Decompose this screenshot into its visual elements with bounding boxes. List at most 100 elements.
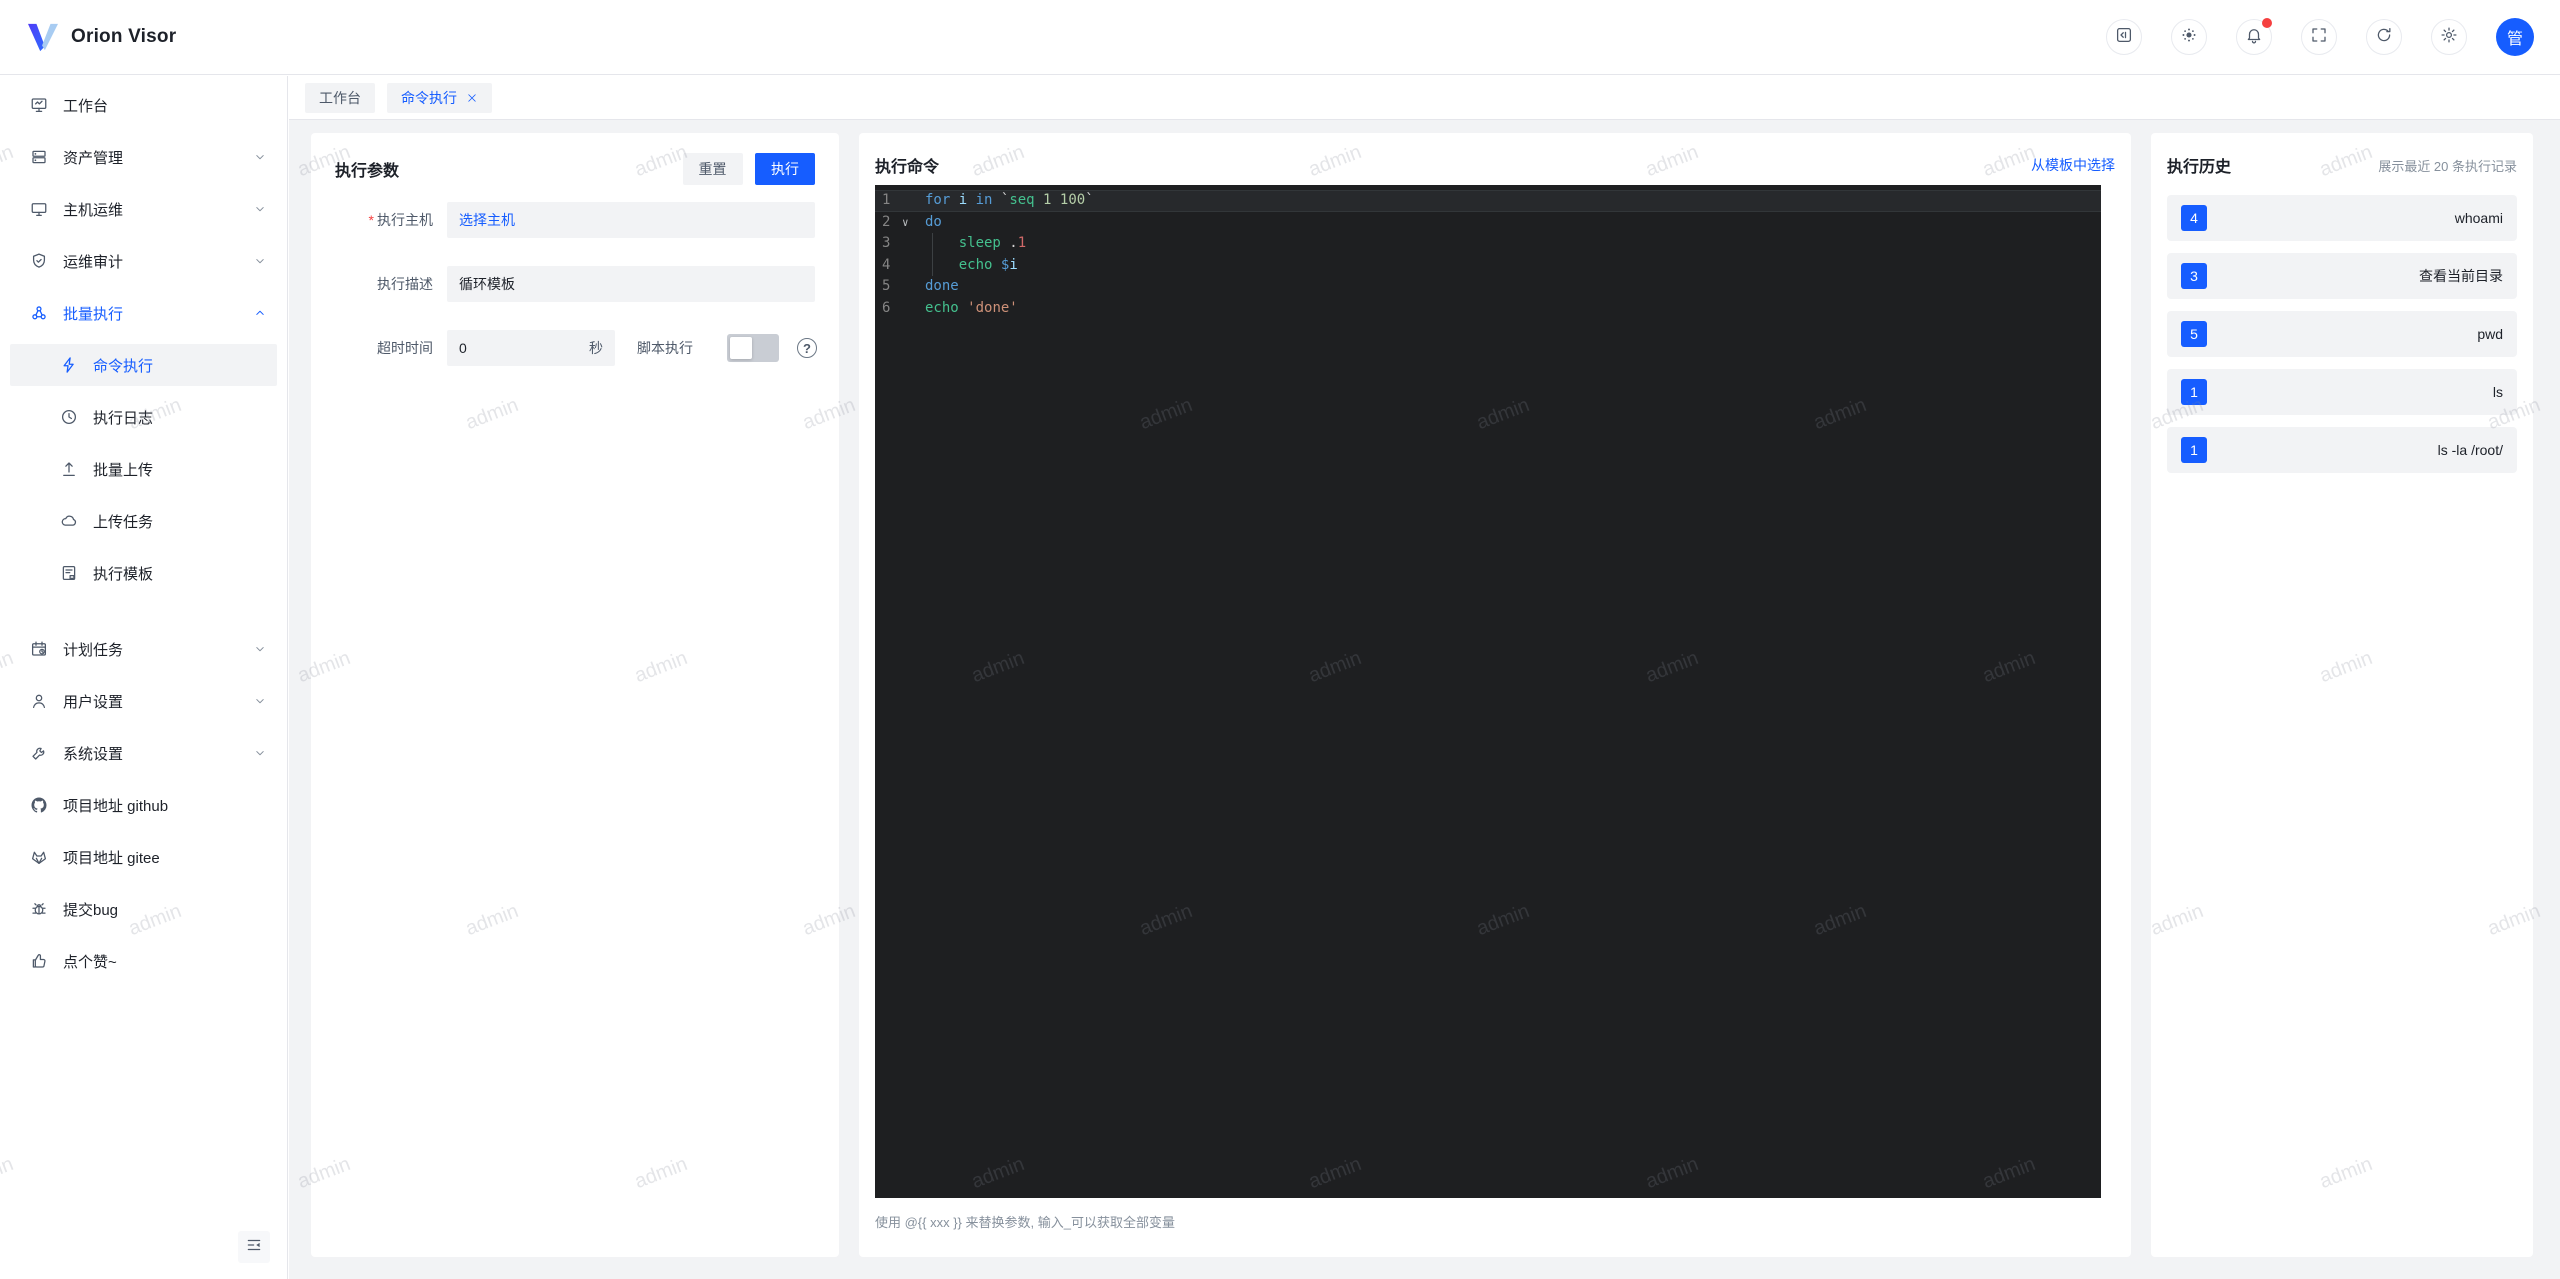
code-line-5[interactable]: 5 done [875, 276, 2101, 298]
sidebar-item-exec-log[interactable]: 执行日志 [10, 396, 277, 438]
reset-button[interactable]: 重置 [682, 153, 743, 185]
app-root: Orion Visor 管 工作台 资产管理 主机运维 运维审计 批量执行 命令… [0, 0, 2560, 1279]
timeout-input[interactable]: 0 秒 [447, 330, 615, 366]
timeout-value: 0 [459, 340, 467, 356]
sidebar-item-like[interactable]: 点个赞~ [10, 940, 277, 982]
history-row[interactable]: 1 ls [2167, 369, 2517, 415]
code-line-1[interactable]: 1 for i in `seq 1 100` [875, 190, 2101, 212]
github-icon [30, 796, 48, 814]
desc-field-label: 执行描述 [377, 276, 433, 292]
logo[interactable]: Orion Visor [26, 22, 176, 52]
command-panel-title: 执行命令 [875, 159, 940, 176]
exec-command-panel: 执行命令 从模板中选择 1 for i in `seq 1 100` 2 ∨ do 3 s… [859, 133, 2131, 1257]
fullscreen-button[interactable] [2301, 19, 2337, 55]
chevron-down-icon [256, 647, 264, 652]
history-row[interactable]: 5 pwd [2167, 311, 2517, 357]
chevron-down-icon [256, 751, 264, 756]
orion-visor-logo-icon [28, 23, 58, 52]
code-line-2[interactable]: 2 ∨ do [875, 212, 2101, 234]
sidebar-item-github[interactable]: 项目地址 github [10, 784, 277, 826]
header: Orion Visor 管 [0, 0, 2560, 75]
sidebar-item-batch-exec[interactable]: 批量执行 [10, 292, 277, 334]
sidebar-item-scheduled-tasks[interactable]: 计划任务 [10, 628, 277, 670]
sun-icon [2180, 26, 2198, 49]
required-asterisk: * [368, 212, 374, 228]
history-row[interactable]: 1 ls -la /root/ [2167, 427, 2517, 473]
api-code-button[interactable] [2106, 19, 2142, 55]
history-command: pwd [2477, 326, 2503, 342]
bell-icon [2245, 26, 2263, 49]
notification-badge [2262, 18, 2272, 28]
fold-chevron-icon[interactable]: ∨ [902, 212, 909, 234]
sidebar-item-assets[interactable]: 资产管理 [10, 136, 277, 178]
lightning-icon [60, 356, 78, 374]
batch-exec-icon [30, 304, 48, 322]
avatar-text: 管 [2506, 31, 2523, 48]
cloud-icon [60, 512, 78, 530]
thumbs-up-icon [30, 952, 48, 970]
audit-shield-icon [30, 252, 48, 270]
tab-bar: 工作台 命令执行 [289, 76, 2560, 120]
template-file-icon [60, 564, 78, 582]
exec-description-input[interactable]: 循环模板 [447, 266, 815, 302]
select-host-field[interactable]: 选择主机 [447, 202, 815, 238]
app-title: Orion Visor [71, 26, 177, 47]
sidebar-item-ops-audit[interactable]: 运维审计 [10, 240, 277, 282]
sidebar-item-exec-template[interactable]: 执行模板 [10, 552, 277, 594]
history-row[interactable]: 3 查看当前目录 [2167, 253, 2517, 299]
code-line-4[interactable]: 4 echo $i [875, 254, 2101, 276]
notifications-button[interactable] [2236, 18, 2272, 55]
user-icon [30, 692, 48, 710]
history-command: ls [2492, 384, 2503, 400]
timeout-field-label: 超时时间 [377, 340, 433, 356]
tab-command-exec[interactable]: 命令执行 [387, 82, 492, 113]
calendar-clock-icon [30, 640, 48, 658]
chevron-down-icon [256, 207, 264, 212]
collapse-sidebar-button[interactable] [238, 1231, 270, 1263]
history-panel-subtitle: 展示最近 20 条执行记录 [2378, 158, 2517, 174]
history-command: whoami [2454, 210, 2503, 226]
history-row[interactable]: 4 whoami [2167, 195, 2517, 241]
sidebar-item-system-settings[interactable]: 系统设置 [10, 732, 277, 774]
chevron-down-icon [256, 155, 264, 160]
chevron-down-icon [256, 259, 264, 264]
code-line-6[interactable]: 6 echo 'done' [875, 298, 2101, 320]
editor-hint: 使用 @{{ xxx }} 来替换参数, 输入_可以获取全部变量 [875, 1215, 1175, 1230]
sidebar: 工作台 资产管理 主机运维 运维审计 批量执行 命令执行 执行日志 批量上传 上… [0, 76, 288, 1279]
sidebar-item-upload-tasks[interactable]: 上传任务 [10, 500, 277, 542]
sidebar-item-batch-upload[interactable]: 批量上传 [10, 448, 277, 490]
main-content: 执行参数 重置 执行 * 执行主机 选择主机 执行描述 循环模板 超时时间 0 … [289, 120, 2560, 1279]
sidebar-item-host-ops[interactable]: 主机运维 [10, 188, 277, 230]
sidebar-item-workbench[interactable]: 工作台 [10, 84, 277, 126]
script-exec-label: 脚本执行 [637, 340, 693, 356]
sidebar-item-bug[interactable]: 提交bug [10, 888, 277, 930]
fullscreen-icon [2310, 26, 2328, 49]
history-count-badge: 5 [2181, 321, 2207, 347]
chevron-up-icon [256, 310, 264, 315]
history-command: ls -la /root/ [2437, 442, 2503, 458]
code-line-3[interactable]: 3 sleep .1 [875, 233, 2101, 255]
history-count-badge: 1 [2181, 437, 2207, 463]
settings-button[interactable] [2431, 19, 2467, 55]
tab-close-icon[interactable] [466, 92, 478, 104]
tab-workbench[interactable]: 工作台 [305, 82, 375, 113]
help-icon[interactable]: ? [797, 338, 817, 358]
refresh-button[interactable] [2366, 19, 2402, 55]
refresh-icon [2375, 26, 2393, 49]
sidebar-item-gitee[interactable]: 项目地址 gitee [10, 836, 277, 878]
sidebar-item-user-settings[interactable]: 用户设置 [10, 680, 277, 722]
params-form: * 执行主机 选择主机 执行描述 循环模板 超时时间 0 秒 脚本执行 ? [335, 202, 817, 366]
sidebar-item-command-exec[interactable]: 命令执行 [10, 344, 277, 386]
script-exec-toggle[interactable] [727, 334, 779, 362]
run-button[interactable]: 执行 [755, 153, 815, 185]
history-count-badge: 3 [2181, 263, 2207, 289]
chevron-down-icon [256, 699, 264, 704]
user-avatar[interactable]: 管 [2496, 18, 2534, 56]
code-editor[interactable]: 1 for i in `seq 1 100` 2 ∨ do 3 sleep .1 4 ech… [875, 185, 2101, 1198]
exec-params-panel: 执行参数 重置 执行 * 执行主机 选择主机 执行描述 循环模板 超时时间 0 … [311, 133, 839, 1257]
history-count-badge: 4 [2181, 205, 2207, 231]
select-from-template-link[interactable]: 从模板中选择 [2031, 155, 2115, 175]
collapse-icon [245, 1236, 263, 1259]
history-count-badge: 1 [2181, 379, 2207, 405]
theme-toggle-button[interactable] [2171, 19, 2207, 55]
